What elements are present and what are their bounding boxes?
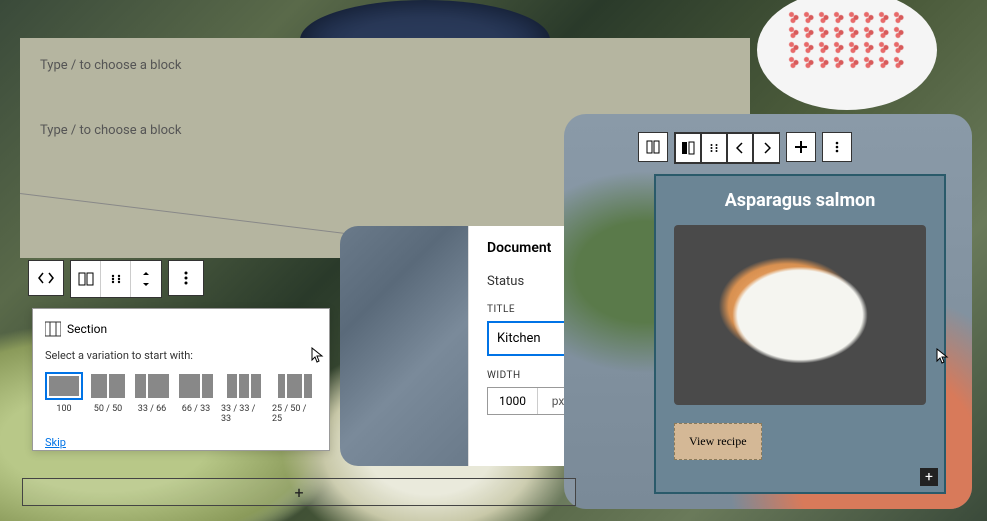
stone-texture-panel <box>340 226 470 466</box>
recipe-card-block[interactable]: Asparagus salmon View recipe + <box>654 174 946 494</box>
section-heading-text: Section <box>67 322 107 336</box>
plus-icon: + <box>294 483 303 502</box>
variation-25-50-25[interactable]: 25 / 50 / 25 <box>272 372 317 424</box>
chevron-right-icon <box>763 142 771 154</box>
recipe-title[interactable]: Asparagus salmon <box>656 176 944 225</box>
background-berries <box>787 10 907 70</box>
drag-handle[interactable] <box>701 133 727 163</box>
code-icon <box>38 270 54 286</box>
columns-button[interactable] <box>71 261 101 297</box>
recipe-preview-panel: Asparagus salmon View recipe + <box>564 114 972 509</box>
more-icon <box>835 141 839 153</box>
cursor-pointer-icon <box>936 348 950 364</box>
cursor-pointer-icon <box>311 347 325 363</box>
variation-33-66[interactable]: 33 / 66 <box>133 372 171 424</box>
more-options-button[interactable] <box>822 132 852 162</box>
chevron-left-icon <box>736 142 744 154</box>
move-right-button[interactable] <box>753 133 779 163</box>
plus-icon <box>794 140 808 154</box>
move-left-button[interactable] <box>727 133 753 163</box>
move-vertical-button[interactable] <box>131 261 161 297</box>
code-button[interactable] <box>28 260 64 296</box>
variation-list: 100 50 / 50 33 / 66 66 / 33 33 / 33 / 33… <box>45 372 317 424</box>
arrows-vertical-icon <box>140 271 152 287</box>
block-toolbar <box>28 260 204 298</box>
variation-66-33[interactable]: 66 / 33 <box>177 372 215 424</box>
more-icon <box>184 271 188 285</box>
drag-icon <box>709 143 719 153</box>
width-input[interactable] <box>488 388 538 414</box>
columns-icon <box>646 140 660 154</box>
drag-handle[interactable] <box>101 261 131 297</box>
layout-icon <box>681 141 695 155</box>
variation-100[interactable]: 100 <box>45 372 83 424</box>
add-block-button[interactable] <box>786 132 816 162</box>
skip-link[interactable]: Skip <box>45 436 66 449</box>
section-picker-heading: Section <box>45 321 317 337</box>
status-label: Status <box>487 274 524 289</box>
document-panel-heading: Document <box>487 240 551 256</box>
recipe-image[interactable] <box>674 225 926 405</box>
add-block-region[interactable]: + <box>22 478 576 506</box>
variation-33-33-33[interactable]: 33 / 33 / 33 <box>221 372 266 424</box>
section-picker-subtitle: Select a variation to start with: <box>45 349 317 362</box>
view-recipe-button[interactable]: View recipe <box>674 423 762 460</box>
layout-button[interactable] <box>638 132 668 162</box>
recipe-block-toolbar <box>638 132 852 164</box>
align-button[interactable] <box>675 133 701 163</box>
variation-50-50[interactable]: 50 / 50 <box>89 372 127 424</box>
drag-icon <box>110 273 122 285</box>
more-options-button[interactable] <box>168 260 204 296</box>
block-placeholder[interactable]: Type / to choose a block <box>40 58 730 73</box>
add-block-corner-button[interactable]: + <box>920 468 938 486</box>
section-icon <box>45 321 61 337</box>
section-variation-picker: Section Select a variation to start with… <box>32 308 330 451</box>
columns-icon <box>78 271 94 287</box>
